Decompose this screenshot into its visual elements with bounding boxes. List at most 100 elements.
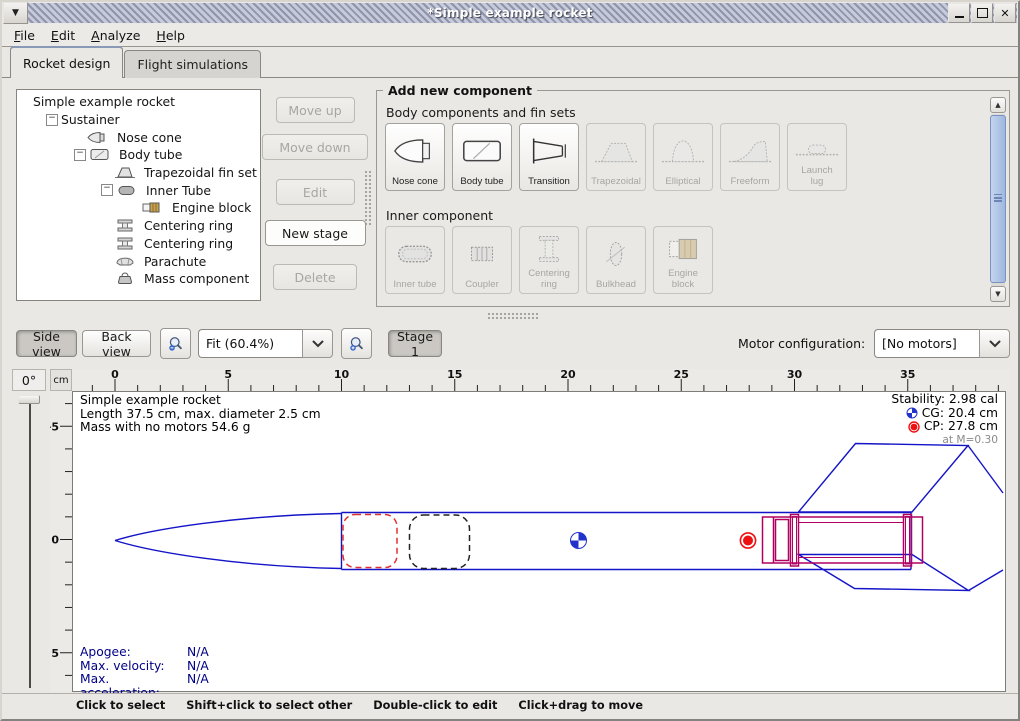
tree-label: Engine block bbox=[172, 200, 251, 215]
add-freeform-button[interactable]: Freeform bbox=[720, 123, 780, 191]
add-nose-cone-button[interactable]: Nose cone bbox=[385, 123, 445, 191]
chevron-down-icon[interactable] bbox=[979, 329, 1010, 358]
zoom-out-button[interactable] bbox=[160, 328, 191, 359]
tab-rocket-design[interactable]: Rocket design bbox=[10, 46, 123, 78]
inner-tube-icon bbox=[116, 184, 142, 197]
add-elliptical-button[interactable]: Elliptical bbox=[653, 123, 713, 191]
add-body-tube-button[interactable]: Body tube bbox=[452, 123, 512, 191]
svg-text:25: 25 bbox=[674, 369, 689, 381]
tree-label: Inner Tube bbox=[146, 183, 211, 198]
minimize-icon bbox=[955, 8, 964, 18]
tree-expander-icon[interactable]: − bbox=[101, 184, 113, 196]
inner-components-shape bbox=[763, 515, 923, 567]
add-engine-block-button[interactable]: Engine block bbox=[653, 226, 713, 294]
back-view-button[interactable]: Back view bbox=[82, 330, 151, 357]
tree-label: Mass component bbox=[144, 271, 249, 286]
tree-row-sustainer[interactable]: −Sustainer bbox=[17, 111, 260, 129]
menu-bar: FileEditAnalyzeHelp bbox=[2, 24, 1018, 47]
tree-row-centering-ring[interactable]: Centering ring bbox=[17, 217, 260, 235]
tree-row-trapezoidal-fin-set[interactable]: Trapezoidal fin set bbox=[17, 164, 260, 182]
scroll-down-button[interactable]: ▼ bbox=[990, 286, 1006, 302]
tree-expander-icon[interactable]: − bbox=[46, 114, 58, 126]
tree-expander-icon[interactable]: − bbox=[74, 149, 86, 161]
status-bar: Click to selectShift+click to select oth… bbox=[2, 693, 1018, 717]
rotation-slider-handle[interactable] bbox=[18, 395, 40, 404]
flight-stat-value: N/A bbox=[187, 660, 209, 674]
trapezoidal-icon bbox=[593, 125, 639, 177]
cp-value: 27.8 cm bbox=[948, 420, 998, 434]
new-stage-button[interactable]: New stage bbox=[265, 220, 366, 246]
tree-row-parachute[interactable]: Parachute bbox=[17, 252, 260, 270]
vertical-splitter-handle[interactable] bbox=[364, 170, 372, 226]
rocket-length-info: Length 37.5 cm, max. diameter 2.5 cm bbox=[80, 408, 321, 422]
tab-flight-simulations[interactable]: Flight simulations bbox=[124, 50, 261, 78]
component-button-label: Bulkhead bbox=[596, 280, 636, 291]
component-tree[interactable]: Simple example rocket−SustainerNose cone… bbox=[16, 89, 261, 301]
chevron-down-icon[interactable] bbox=[302, 329, 333, 358]
fin-top-shape bbox=[799, 444, 969, 513]
cp-legend-icon bbox=[908, 421, 920, 433]
svg-text:15: 15 bbox=[447, 369, 462, 381]
zoom-in-button[interactable] bbox=[341, 328, 372, 359]
status-hint: Double-click to edit bbox=[373, 699, 497, 712]
scrollbar-thumb[interactable] bbox=[990, 115, 1006, 283]
nose-cone-shape bbox=[115, 514, 342, 541]
move-up-button[interactable]: Move up bbox=[276, 97, 355, 123]
flight-stat-row: Max. velocity:N/A bbox=[80, 660, 209, 674]
side-view-button[interactable]: Side view bbox=[16, 330, 77, 357]
rotation-slider-track[interactable] bbox=[29, 404, 31, 688]
add-inner-tube-button[interactable]: Inner tube bbox=[385, 226, 445, 294]
zoom-in-icon bbox=[348, 333, 365, 355]
add-centering-ring-button[interactable]: Centering ring bbox=[519, 226, 579, 294]
ruler-unit-label: cm bbox=[50, 369, 72, 391]
motor-configuration-combobox[interactable]: [No motors] bbox=[874, 329, 1010, 358]
centering-ring-shape bbox=[791, 515, 799, 567]
menu-help[interactable]: Help bbox=[148, 26, 193, 45]
scrollbar-grip bbox=[994, 194, 1002, 196]
maximize-button[interactable] bbox=[971, 3, 993, 23]
tree-row-inner-tube[interactable]: − Inner Tube bbox=[17, 181, 260, 199]
stage-1-toggle[interactable]: Stage 1 bbox=[388, 330, 442, 357]
close-button[interactable]: ✕ bbox=[994, 3, 1016, 23]
scroll-up-button[interactable]: ▲ bbox=[990, 97, 1006, 113]
add-trapezoidal-button[interactable]: Trapezoidal bbox=[586, 123, 646, 191]
tree-row-engine-block[interactable]: Engine block bbox=[17, 199, 260, 217]
move-down-button[interactable]: Move down bbox=[262, 134, 368, 160]
centering-ring-icon bbox=[114, 219, 140, 232]
flight-stat-row: Apogee:N/A bbox=[80, 646, 209, 660]
horizontal-splitter-handle[interactable] bbox=[487, 312, 539, 320]
add-bulkhead-button[interactable]: Bulkhead bbox=[586, 226, 646, 294]
menu-analyze[interactable]: Analyze bbox=[83, 26, 148, 45]
centering-ring-icon bbox=[526, 228, 572, 269]
flight-stat-value: N/A bbox=[187, 646, 209, 660]
tree-row-centering-ring[interactable]: Centering ring bbox=[17, 235, 260, 253]
title-bar[interactable]: ▼ *Simple example rocket ✕ bbox=[3, 3, 1017, 23]
tree-label: Body tube bbox=[119, 147, 182, 162]
menu-edit[interactable]: Edit bbox=[43, 26, 83, 45]
transition-icon bbox=[526, 125, 572, 177]
tree-label: Parachute bbox=[144, 254, 206, 269]
parachute-shape bbox=[343, 515, 397, 568]
nose-cone-icon bbox=[392, 125, 438, 177]
body-tube-icon bbox=[89, 148, 115, 161]
bulkhead-icon bbox=[593, 228, 639, 280]
coupler-icon bbox=[459, 228, 505, 280]
component-button-label: Freeform bbox=[731, 177, 770, 188]
tree-row-nose-cone[interactable]: Nose cone bbox=[17, 128, 260, 146]
add-transition-button[interactable]: Transition bbox=[519, 123, 579, 191]
delete-button[interactable]: Delete bbox=[273, 264, 357, 290]
edit-button[interactable]: Edit bbox=[276, 179, 355, 205]
add-coupler-button[interactable]: Coupler bbox=[452, 226, 512, 294]
rotation-angle-display: 0° bbox=[12, 369, 46, 391]
add-component-title: Add new component bbox=[383, 83, 537, 98]
minimize-button[interactable] bbox=[948, 3, 970, 23]
tree-row-mass-component[interactable]: Mass component bbox=[17, 270, 260, 288]
menu-file[interactable]: File bbox=[6, 26, 43, 45]
stability-block: Stability:2.98 cal CG:20.4 cm CP:27.8 cm… bbox=[778, 393, 998, 447]
zoom-level-combobox[interactable]: Fit (60.4%) bbox=[198, 329, 333, 358]
tree-row-body-tube[interactable]: − Body tube bbox=[17, 146, 260, 164]
body-component-buttons: Nose coneBody tubeTransitionTrapezoidalE… bbox=[385, 123, 847, 191]
add-launch-lug-button[interactable]: Launch lug bbox=[787, 123, 847, 191]
scroll-down-icon: ▼ bbox=[995, 290, 1000, 298]
tree-row-simple-example-rocket[interactable]: Simple example rocket bbox=[17, 93, 260, 111]
